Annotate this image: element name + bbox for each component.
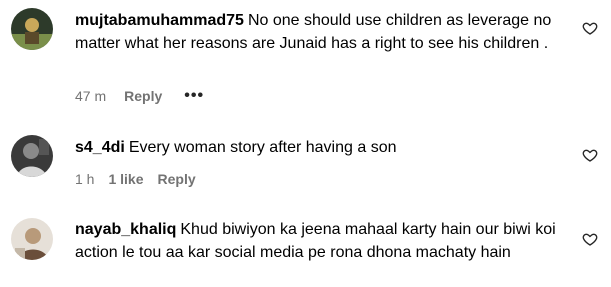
comment-username[interactable]: mujtabamuhammad75 — [75, 12, 244, 29]
avatar[interactable] — [11, 8, 53, 50]
comment-body: Every woman story after having a son — [128, 139, 397, 156]
comment-username[interactable]: nayab_khaliq — [75, 221, 176, 238]
comment-text: nayab_khaliq Khud biwiyon ka jeena mahaal… — [75, 219, 570, 264]
comment-time[interactable]: 47 m — [75, 88, 106, 104]
like-heart-icon[interactable] — [582, 20, 598, 36]
comment-time[interactable]: 1 h — [75, 171, 94, 187]
avatar[interactable] — [11, 218, 53, 260]
like-heart-icon[interactable] — [582, 231, 598, 247]
comment-username[interactable]: s4_4di — [75, 139, 125, 156]
comment-item: mujtabamuhammad75 No one should use child… — [0, 0, 611, 110]
comment-text: mujtabamuhammad75 No one should use child… — [75, 10, 570, 55]
like-heart-icon[interactable] — [582, 147, 598, 163]
comment-item: s4_4di Every woman story after having a s… — [0, 125, 611, 195]
avatar-image — [11, 135, 53, 177]
comment-meta: 47 m Reply ••• — [75, 87, 204, 105]
reply-button[interactable]: Reply — [124, 88, 162, 104]
comment-meta: 1 h 1 like Reply — [75, 171, 196, 187]
more-options-button[interactable]: ••• — [184, 87, 204, 105]
comment-item: nayab_khaliq Khud biwiyon ka jeena mahaal… — [0, 205, 611, 287]
reply-button[interactable]: Reply — [158, 171, 196, 187]
avatar[interactable] — [11, 135, 53, 177]
comment-text: s4_4di Every woman story after having a s… — [75, 137, 570, 160]
avatar-image — [11, 8, 53, 50]
avatar-image — [11, 218, 53, 260]
likes-count[interactable]: 1 like — [108, 171, 143, 187]
